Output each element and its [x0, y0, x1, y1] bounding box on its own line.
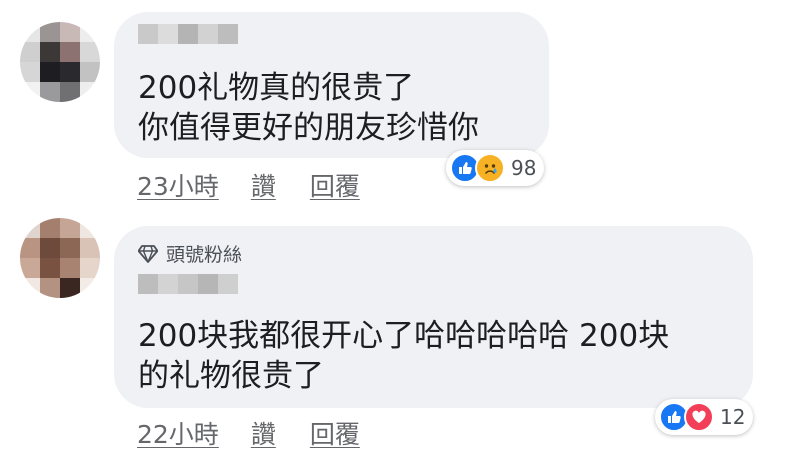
top-fan-badge[interactable]: 頭號粉絲: [138, 240, 242, 267]
reply-button[interactable]: 回覆: [310, 415, 360, 451]
author-name-blurred[interactable]: [138, 24, 238, 44]
comment-text-line: 200礼物真的很贵了: [138, 70, 415, 106]
avatar[interactable]: [20, 218, 100, 298]
timestamp-link[interactable]: 22小時: [137, 415, 219, 451]
like-button[interactable]: 讚: [251, 415, 276, 451]
love-icon: [684, 402, 714, 432]
badge-label: 頭號粉絲: [166, 244, 243, 266]
comment-text-line: 你值得更好的朋友珍惜你: [138, 110, 479, 146]
reaction-summary[interactable]: 12: [655, 399, 754, 435]
comment-actions: 23小時 讚 回覆: [137, 167, 360, 203]
like-button[interactable]: 讚: [251, 167, 276, 203]
diamond-icon: [138, 244, 158, 263]
reaction-summary[interactable]: 98: [446, 150, 545, 186]
comment-actions: 22小時 讚 回覆: [137, 415, 360, 451]
sad-icon: [475, 153, 505, 183]
comment-bubble: 200礼物真的很贵了 你值得更好的朋友珍惜你: [114, 12, 549, 158]
reaction-count: 98: [511, 156, 537, 180]
timestamp-link[interactable]: 23小時: [137, 167, 219, 203]
comment-text: 200块我都很开心了哈哈哈哈哈 200块 的礼物很贵了: [138, 316, 669, 396]
avatar[interactable]: [20, 22, 100, 102]
comment-text-line: 的礼物很贵了: [138, 358, 324, 394]
comment-text-line: 200块我都很开心了哈哈哈哈哈 200块: [138, 318, 670, 354]
comment-thread: 200礼物真的很贵了 你值得更好的朋友珍惜你 98 23小時 讚 回覆 頭號粉絲…: [0, 0, 800, 454]
author-name-blurred[interactable]: [138, 274, 238, 294]
comment-bubble: 頭號粉絲 200块我都很开心了哈哈哈哈哈 200块 的礼物很贵了: [114, 226, 753, 408]
reply-button[interactable]: 回覆: [310, 167, 360, 203]
reaction-count: 12: [720, 405, 746, 429]
comment-text: 200礼物真的很贵了 你值得更好的朋友珍惜你: [138, 68, 479, 148]
